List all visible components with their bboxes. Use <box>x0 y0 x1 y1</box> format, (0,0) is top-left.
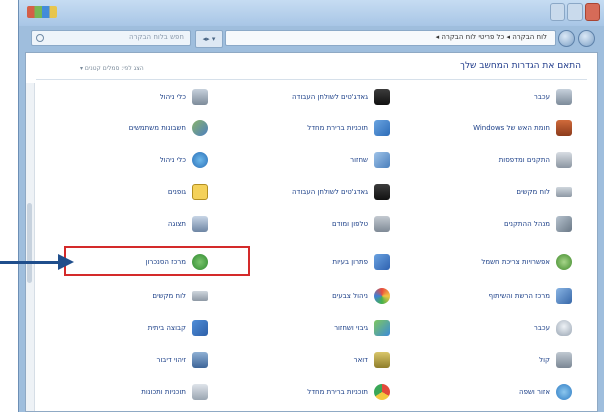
pointer-arrow-icon <box>58 254 74 270</box>
scrollbar-thumb[interactable] <box>27 203 32 283</box>
cp-item-speech[interactable]: זיהוי דיבור <box>40 349 210 371</box>
cp-item-keyboard2[interactable]: לוח מקשים <box>404 181 574 203</box>
window-frame: חפש בלוח הבקרה ◂▸ ▾ לוח הבקרה ◂ כל פריטי… <box>18 0 604 412</box>
cp-item-progs[interactable]: תוכניות ותכונות <box>40 381 210 403</box>
title-bar <box>19 0 604 26</box>
scrollbar[interactable] <box>26 83 35 411</box>
device-manager-icon <box>556 216 572 232</box>
desktop-gadgets-icon <box>374 184 390 200</box>
control-panel-content: התאם את הגדרות המחשב שלך הצג לפי: סמלים … <box>25 52 598 412</box>
cp-item-display[interactable]: תצוגה <box>40 213 210 235</box>
chrome-icon <box>374 384 390 400</box>
divider <box>36 79 587 80</box>
cp-item-admin[interactable]: כלי ניהול <box>40 149 210 171</box>
keyboard-icon <box>556 187 572 197</box>
color-icon <box>374 288 390 304</box>
display-icon <box>192 216 208 232</box>
cp-item-phone[interactable]: טלפון ומודם <box>222 213 392 235</box>
power-icon <box>556 254 572 270</box>
keyboard-icon <box>192 291 208 301</box>
cp-item-keyboard[interactable]: לוח מקשים <box>40 285 210 307</box>
address-bar: חפש בלוח הבקרה ◂▸ ▾ לוח הבקרה ◂ כל פריטי… <box>25 28 598 50</box>
recovery-icon <box>374 152 390 168</box>
page-title: התאם את הגדרות המחשב שלך <box>460 61 581 71</box>
cp-item-color[interactable]: ניהול צבעים <box>222 285 392 307</box>
search-icon <box>36 34 44 42</box>
cp-item-top-left[interactable]: כלי ניהול <box>40 86 210 108</box>
top-right-icon <box>556 89 572 105</box>
default-programs-icon <box>374 120 390 136</box>
cp-item-chrome[interactable]: תוכניות ברירת מחדל <box>222 381 392 403</box>
speech-icon <box>192 352 208 368</box>
windows-flag-icon <box>27 6 57 18</box>
maximize-button[interactable] <box>567 3 583 21</box>
cp-item-mail[interactable]: דואר <box>222 349 392 371</box>
search-placeholder: חפש בלוח הבקרה <box>129 33 184 41</box>
cp-item-power[interactable]: אפשרויות צריכת חשמל <box>404 251 574 273</box>
admin-tools-icon <box>192 152 208 168</box>
homegroup-icon <box>192 320 208 336</box>
backup-icon <box>374 320 390 336</box>
mouse-icon <box>556 320 572 336</box>
network-icon <box>556 288 572 304</box>
pointer-arrow-line <box>0 261 62 264</box>
view-by-dropdown[interactable]: הצג לפי: סמלים קטנים ▾ <box>80 65 144 72</box>
address-field[interactable]: לוח הבקרה ◂ כל פריטי לוח הבקרה ◂ <box>225 30 556 46</box>
refresh-button[interactable]: ◂▸ ▾ <box>195 30 223 48</box>
cp-item-recovery[interactable]: שחזור <box>222 149 392 171</box>
cp-item-firewall[interactable]: חומת האש של Windows <box>404 117 574 139</box>
region-icon <box>556 384 572 400</box>
cp-item-sound[interactable]: קול <box>404 349 574 371</box>
minimize-button[interactable] <box>550 3 566 21</box>
close-button[interactable] <box>584 3 600 21</box>
generic-icon <box>192 89 208 105</box>
cp-item-users[interactable]: חשבונות משתמשים <box>40 117 210 139</box>
cp-item-default[interactable]: תוכניות ברירת מחדל <box>222 117 392 139</box>
cp-item-backup[interactable]: גיבוי ושחזור <box>222 317 392 339</box>
cp-item-mouse[interactable]: עכבר <box>404 317 574 339</box>
cp-item-printers[interactable]: התקנים ומדפסות <box>404 149 574 171</box>
nav-buttons <box>558 28 596 48</box>
printers-icon <box>556 152 572 168</box>
sound-icon <box>556 352 572 368</box>
cp-item-region[interactable]: אזור ושפה <box>404 381 574 403</box>
gadgets-icon <box>374 89 390 105</box>
window-controls <box>550 3 600 21</box>
troubleshoot-icon <box>374 254 390 270</box>
forward-button[interactable] <box>578 30 595 47</box>
cp-item-devmgr[interactable]: מנהל ההתקנים <box>404 213 574 235</box>
search-input[interactable]: חפש בלוח הבקרה <box>31 30 191 46</box>
cp-item-homegroup[interactable]: קבוצה ביתית <box>40 317 210 339</box>
cp-item-network[interactable]: מרכז הרשת והשיתוף <box>404 285 574 307</box>
highlight-box <box>64 246 250 276</box>
programs-icon <box>192 384 208 400</box>
cp-item-gadgets-top[interactable]: גאדג'טים לשולחן העבודה <box>222 86 392 108</box>
phone-icon <box>374 216 390 232</box>
mail-icon <box>374 352 390 368</box>
users-icon <box>192 120 208 136</box>
cp-item-fonts[interactable]: גופנים <box>40 181 210 203</box>
cp-item-gadgets[interactable]: גאדג'טים לשולחן העבודה <box>222 181 392 203</box>
cp-item-top-right[interactable]: עכבר <box>404 86 574 108</box>
firewall-icon <box>556 120 572 136</box>
back-button[interactable] <box>558 30 575 47</box>
fonts-icon <box>192 184 208 200</box>
